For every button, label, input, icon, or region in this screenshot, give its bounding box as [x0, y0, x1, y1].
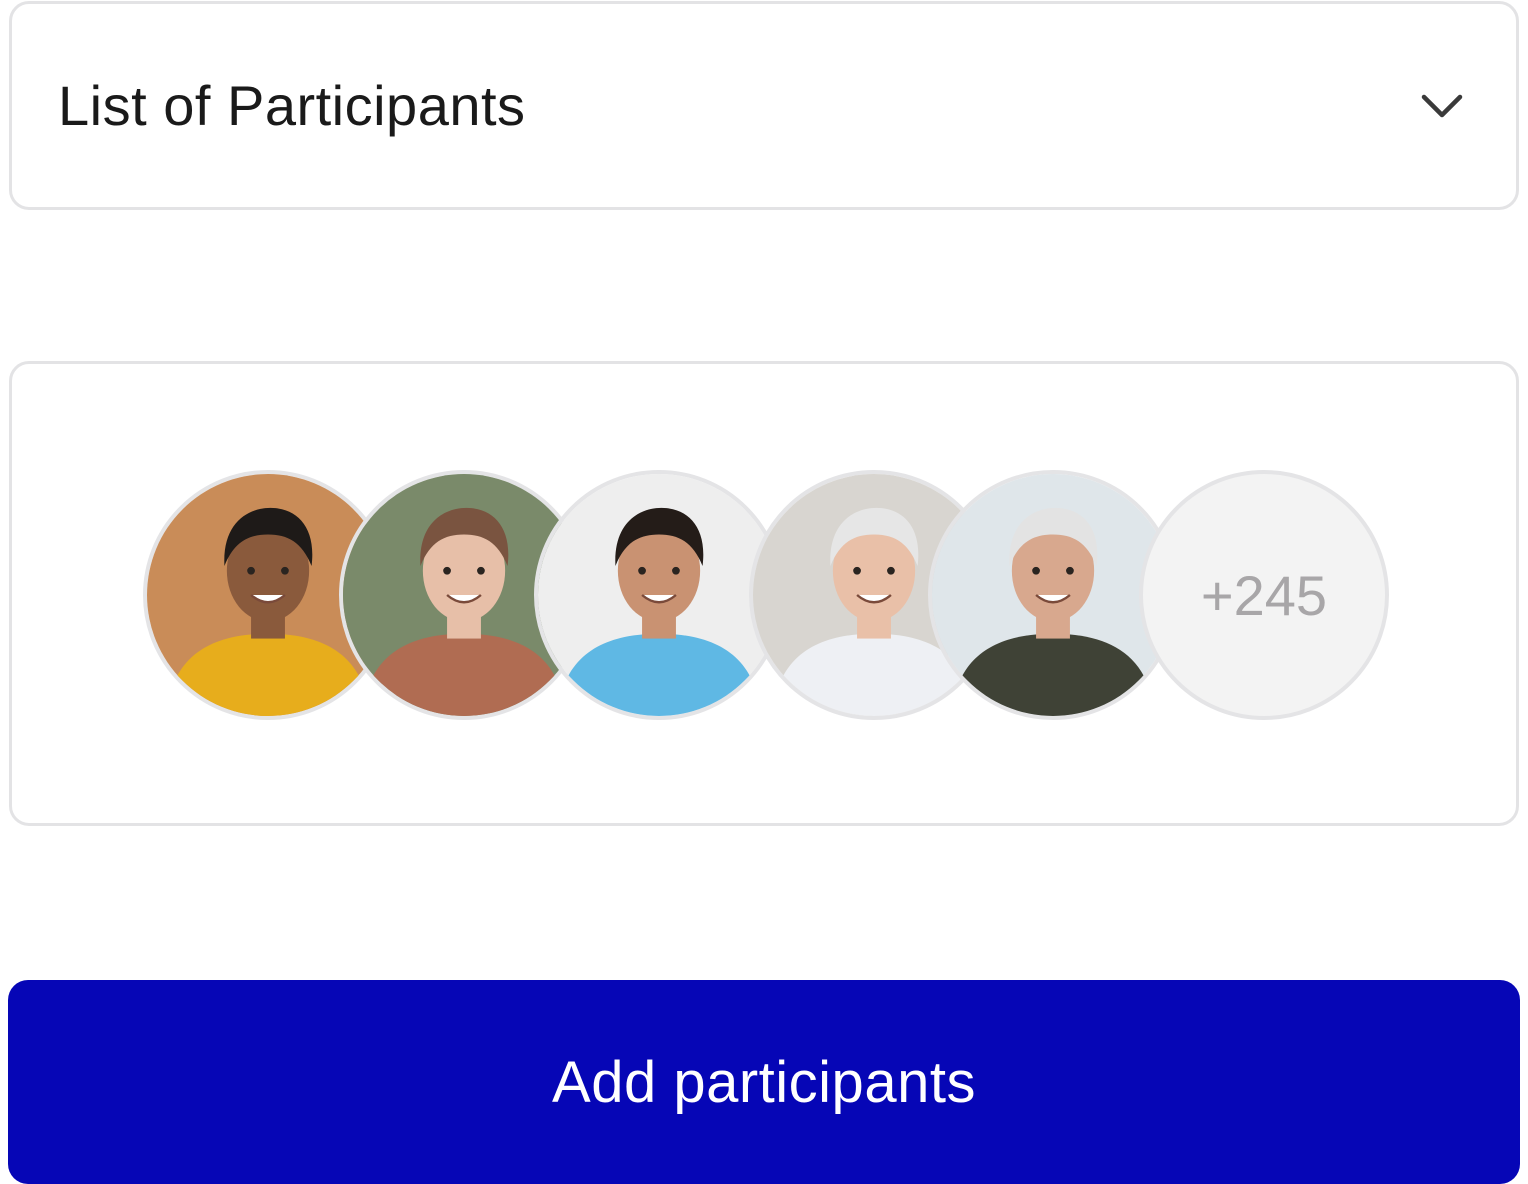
add-participants-button[interactable]: Add participants	[8, 980, 1520, 1184]
participant-avatar[interactable]	[534, 470, 784, 720]
dropdown-title: List of Participants	[58, 74, 526, 137]
chevron-down-icon[interactable]	[1420, 92, 1464, 120]
avatar-photo	[932, 474, 1174, 716]
participants-widget: List of Participants +245 Add participan…	[0, 0, 1528, 1184]
avatar-photo	[538, 474, 780, 716]
participants-dropdown[interactable]: List of Participants	[9, 1, 1519, 210]
more-participants-count: +245	[1200, 563, 1328, 627]
participants-panel: +245	[9, 361, 1519, 826]
more-participants-badge[interactable]: +245	[1139, 470, 1389, 720]
